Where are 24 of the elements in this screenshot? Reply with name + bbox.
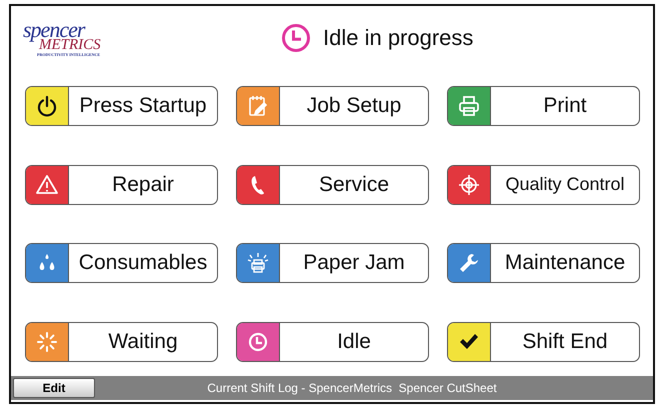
footer-text: Current Shift Log - SpencerMetrics Spencer CutSheet: [206, 381, 498, 395]
action-button[interactable]: Consumables: [25, 243, 218, 284]
printer-icon: [246, 251, 270, 276]
crosshair-icon: [457, 172, 481, 197]
clock-icon: [281, 23, 311, 53]
action-button[interactable]: Idle: [236, 322, 429, 362]
logo-text: spencer: [23, 20, 86, 40]
action-button[interactable]: Waiting: [25, 322, 218, 362]
action-button[interactable]: Service: [236, 164, 429, 205]
action-button[interactable]: Repair: [25, 164, 218, 205]
action-button[interactable]: Job Setup: [236, 86, 429, 126]
action-button[interactable]: Print: [447, 86, 640, 126]
action-button[interactable]: Paper Jam: [236, 243, 429, 284]
power-icon: [35, 94, 59, 118]
status-text: Idle in progress: [323, 25, 474, 51]
action-button[interactable]: Quality Control: [447, 164, 640, 205]
action-button[interactable]: Maintenance: [447, 243, 640, 284]
printer-icon: [457, 94, 481, 118]
action-button[interactable]: Shift End: [447, 322, 640, 362]
warning-icon: [35, 172, 59, 197]
spinner-icon: [35, 330, 59, 354]
notepad-icon: [246, 94, 270, 118]
edit-button[interactable]: Edit: [13, 378, 95, 398]
action-button[interactable]: Press Startup: [25, 86, 218, 126]
